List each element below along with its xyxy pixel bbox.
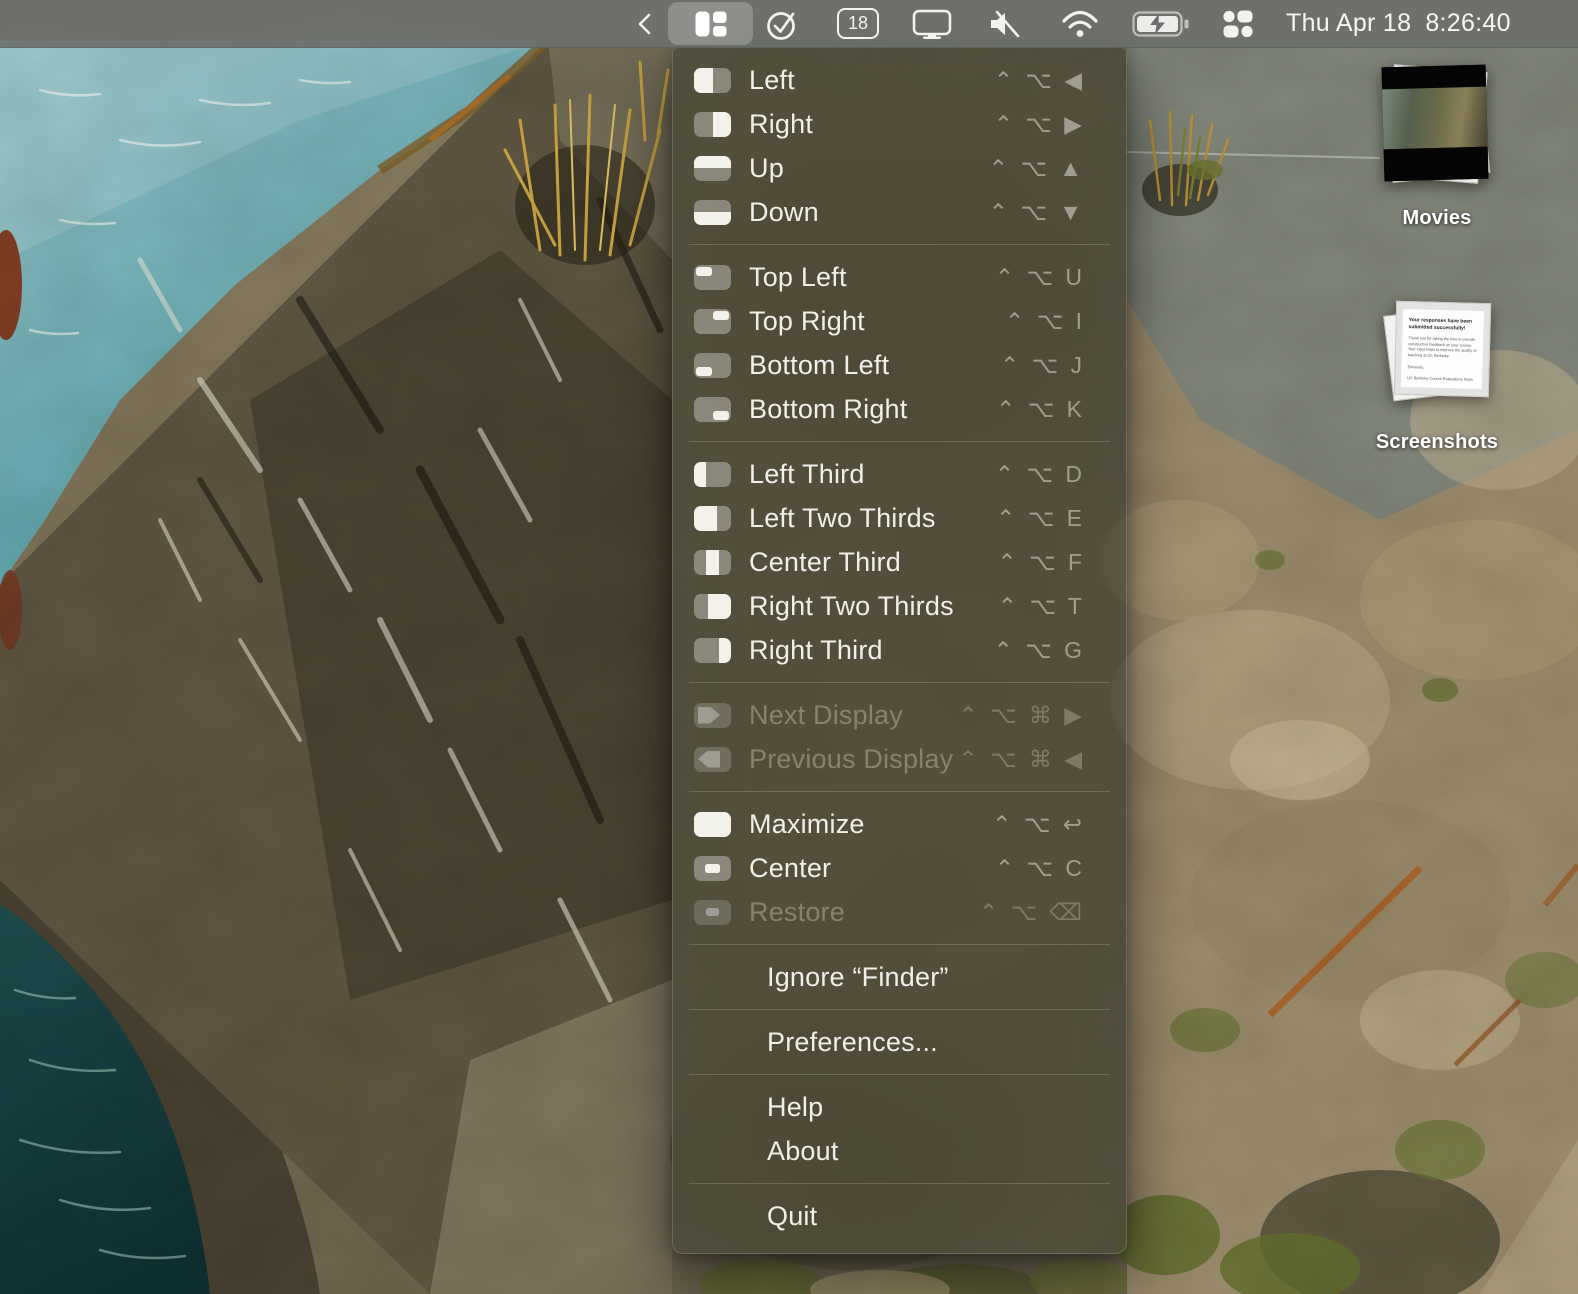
screenshot-thumbnail: Your responses have been submitted succe… xyxy=(1393,300,1492,398)
menu-item-left-third[interactable]: Left Third ⌃ ⌥ D xyxy=(673,452,1126,496)
menu-item-maximize[interactable]: Maximize ⌃ ⌥ ↩ xyxy=(673,802,1126,846)
menu-item-bottom-left[interactable]: Bottom Left ⌃ ⌥ J xyxy=(673,343,1126,387)
right-third-icon xyxy=(694,637,731,663)
menu-item-right-third[interactable]: Right Third ⌃ ⌥ G xyxy=(673,628,1126,672)
bottom-left-quarter-icon xyxy=(694,352,731,378)
menu-separator xyxy=(689,1009,1110,1010)
menu-item-left[interactable]: Left ⌃ ⌥ ◀ xyxy=(673,58,1126,102)
screenshot-preview-body: Thank you for taking the time to provide… xyxy=(1407,336,1477,359)
menu-item-top-right[interactable]: Top Right ⌃ ⌥ I xyxy=(673,299,1126,343)
bottom-half-icon xyxy=(694,199,731,225)
center-icon xyxy=(694,855,731,881)
menu-bar: 18 Thu Apr 18 8:26:40 xyxy=(0,0,1578,48)
rectangle-menu-extra[interactable] xyxy=(668,2,753,45)
top-half-icon xyxy=(694,155,731,181)
menu-item-about[interactable]: About xyxy=(673,1129,1126,1173)
top-left-quarter-icon xyxy=(694,264,731,290)
menu-item-up[interactable]: Up ⌃ ⌥ ▲ xyxy=(673,146,1126,190)
menu-item-bottom-right[interactable]: Bottom Right ⌃ ⌥ K xyxy=(673,387,1126,431)
menu-separator xyxy=(689,944,1110,945)
screenshot-preview-signature: UC Berkeley Course Evaluations Team xyxy=(1407,376,1473,383)
menu-item-center-third[interactable]: Center Third ⌃ ⌥ F xyxy=(673,540,1126,584)
previous-display-icon xyxy=(694,746,731,772)
desktop-label-screenshots[interactable]: Screenshots xyxy=(1351,431,1523,454)
menu-item-previous-display: Previous Display ⌃ ⌥ ⌘ ◀ xyxy=(673,737,1126,781)
center-third-icon xyxy=(694,549,731,575)
menu-item-right[interactable]: Right ⌃ ⌥ ▶ xyxy=(673,102,1126,146)
desktop-label-movies[interactable]: Movies xyxy=(1371,207,1503,230)
rectangle-dropdown-menu: Left ⌃ ⌥ ◀ Right ⌃ ⌥ ▶ Up ⌃ ⌥ ▲ Down ⌃ ⌥… xyxy=(672,47,1127,1254)
restore-icon xyxy=(694,899,731,925)
maximize-icon xyxy=(694,811,731,837)
left-third-icon xyxy=(694,461,731,487)
menu-item-right-two-thirds[interactable]: Right Two Thirds ⌃ ⌥ T xyxy=(673,584,1126,628)
menubar-date: Thu Apr 18 xyxy=(1286,9,1412,37)
left-half-icon xyxy=(694,67,731,93)
menu-item-down[interactable]: Down ⌃ ⌥ ▼ xyxy=(673,190,1126,234)
menu-item-next-display: Next Display ⌃ ⌥ ⌘ ▶ xyxy=(673,693,1126,737)
menu-item-top-left[interactable]: Top Left ⌃ ⌥ U xyxy=(673,255,1126,299)
menu-separator xyxy=(689,1183,1110,1184)
display-icon[interactable] xyxy=(910,0,954,47)
menu-separator xyxy=(689,682,1110,683)
menu-separator xyxy=(689,791,1110,792)
right-half-icon xyxy=(694,111,731,137)
top-right-quarter-icon xyxy=(694,308,731,334)
menu-separator xyxy=(689,244,1110,245)
menu-item-center[interactable]: Center ⌃ ⌥ C xyxy=(673,846,1126,890)
left-two-thirds-icon xyxy=(694,505,731,531)
movie-thumbnail xyxy=(1381,64,1489,182)
menubar-clock[interactable]: Thu Apr 18 8:26:40 xyxy=(1286,0,1511,47)
screenshot-preview-heading: Your responses have been submitted succe… xyxy=(1408,317,1473,332)
muted-volume-icon[interactable] xyxy=(986,0,1026,47)
battery-charging-icon[interactable] xyxy=(1130,0,1192,47)
wifi-icon[interactable] xyxy=(1058,0,1102,47)
menu-item-quit[interactable]: Quit xyxy=(673,1194,1126,1238)
next-display-icon xyxy=(694,702,731,728)
menu-separator xyxy=(689,1074,1110,1075)
rectangle-app-icon xyxy=(695,11,726,36)
right-two-thirds-icon xyxy=(694,593,731,619)
bottom-right-quarter-icon xyxy=(694,396,731,422)
menu-item-help[interactable]: Help xyxy=(673,1085,1126,1129)
check-circle-icon[interactable] xyxy=(762,0,804,47)
control-center-icon[interactable] xyxy=(1218,0,1258,47)
menu-item-ignore-finder[interactable]: Ignore “Finder” xyxy=(673,955,1126,999)
desktop-stack-screenshots[interactable]: Your responses have been submitted succe… xyxy=(1383,300,1492,402)
calendar-day: 18 xyxy=(847,13,869,33)
calendar-date-icon[interactable]: 18 xyxy=(836,0,880,47)
menubar-chevron-icon[interactable] xyxy=(630,0,660,47)
menu-item-left-two-thirds[interactable]: Left Two Thirds ⌃ ⌥ E xyxy=(673,496,1126,540)
screenshot-preview-signoff: Sincerely, xyxy=(1407,364,1424,370)
menubar-time: 8:26:40 xyxy=(1425,9,1511,37)
desktop-stack-movies[interactable] xyxy=(1381,62,1491,186)
menu-item-restore: Restore ⌃ ⌥ ⌫ xyxy=(673,890,1126,934)
menu-separator xyxy=(689,441,1110,442)
menu-item-preferences[interactable]: Preferences... xyxy=(673,1020,1126,1064)
